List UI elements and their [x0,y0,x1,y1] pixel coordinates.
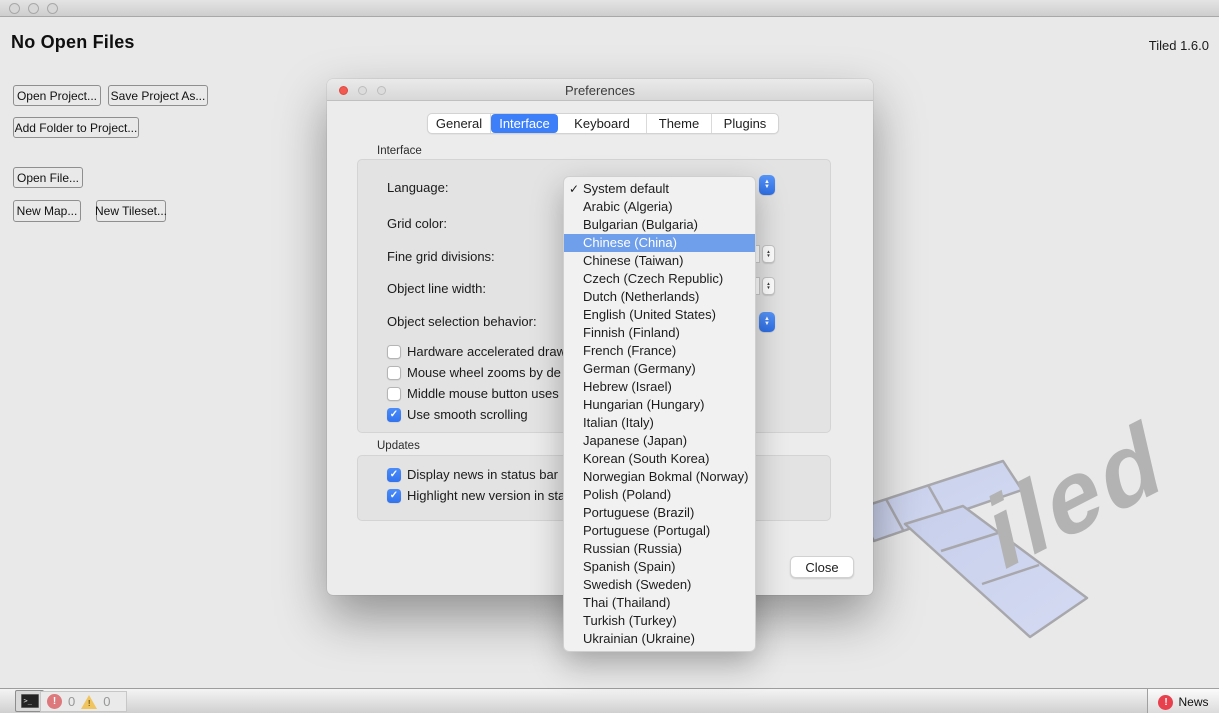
window-titlebar [0,0,1219,17]
dialog-title: Preferences [564,83,636,98]
language-option[interactable]: Portuguese (Brazil) [564,504,755,522]
language-option[interactable]: Norwegian Bokmal (Norway) [564,468,755,486]
stepper-down-icon: ▼ [766,285,771,290]
tab-interface[interactable]: Interface [491,114,558,133]
language-option[interactable]: Bulgarian (Bulgaria) [564,216,755,234]
checkbox-label: Highlight new version in sta [407,488,566,503]
object-line-width-label: Object line width: [387,281,486,296]
language-option[interactable]: French (France) [564,342,755,360]
warning-icon: ! [81,694,98,709]
language-dropdown-popup: ✓ System default Arabic (Algeria) Bulgar… [563,176,756,652]
warning-count: 0 [103,694,111,709]
app-window: No Open Files Tiled 1.6.0 Open Project..… [0,0,1219,713]
checkmark-icon: ✓ [569,182,580,196]
language-option[interactable]: Spanish (Spain) [564,558,755,576]
chevron-down-icon: ▼ [764,184,770,190]
tab-keyboard[interactable]: Keyboard [558,114,647,133]
language-option[interactable]: Polish (Poland) [564,486,755,504]
console-icon: >_ [20,694,39,708]
close-button[interactable]: Close [790,556,854,578]
language-option[interactable]: Portuguese (Portugal) [564,522,755,540]
language-option[interactable]: Finnish (Finland) [564,324,755,342]
checkbox-unchecked-icon[interactable] [387,344,401,359]
highlight-version-checkbox-row[interactable]: ✓ Highlight new version in sta [387,488,565,503]
language-option[interactable]: English (United States) [564,306,755,324]
language-label: Language: [387,180,449,195]
grid-color-label: Grid color: [387,216,447,231]
language-option[interactable]: ✓ System default [564,180,755,198]
logo-tile-stem [903,504,1089,639]
hardware-accelerated-checkbox-row[interactable]: Hardware accelerated draw [387,344,566,359]
checkbox-label: Use smooth scrolling [407,407,528,422]
app-version: Tiled 1.6.0 [1148,38,1209,53]
window-close-icon[interactable] [9,3,20,14]
save-project-as-button[interactable]: Save Project As... [108,85,208,106]
language-option[interactable]: Czech (Czech Republic) [564,270,755,288]
status-bar: >_ ! 0 ! 0 ! News [0,688,1219,713]
error-icon: ! [47,694,62,709]
middle-mouse-checkbox-row[interactable]: Middle mouse button uses [387,386,559,401]
news-button[interactable]: ! News [1147,688,1219,713]
mouse-wheel-zoom-checkbox-row[interactable]: Mouse wheel zooms by de [387,365,561,380]
language-option[interactable]: Turkish (Turkey) [564,612,755,630]
error-count: 0 [68,694,76,709]
checkbox-label: Display news in status bar [407,467,559,482]
open-file-button[interactable]: Open File... [13,167,83,188]
dialog-titlebar: Preferences [327,79,873,101]
language-option[interactable]: Italian (Italy) [564,414,755,432]
news-alert-icon: ! [1158,694,1174,710]
window-zoom-icon[interactable] [47,3,58,14]
language-option-highlighted[interactable]: Chinese (China) [564,234,755,252]
window-minimize-icon[interactable] [28,3,39,14]
language-option[interactable]: Russian (Russia) [564,540,755,558]
fine-grid-divisions-stepper[interactable]: ▲ ▼ [762,245,775,263]
language-option[interactable]: Chinese (Taiwan) [564,252,755,270]
new-map-button[interactable]: New Map... [13,200,81,222]
language-option[interactable]: Hebrew (Israel) [564,378,755,396]
object-selection-behavior-label: Object selection behavior: [387,314,537,329]
language-combo-button[interactable]: ▲ ▼ [759,175,775,195]
checkbox-checked-icon[interactable]: ✓ [387,488,401,503]
display-news-checkbox-row[interactable]: ✓ Display news in status bar [387,467,558,482]
language-option[interactable]: German (Germany) [564,360,755,378]
language-option[interactable]: Hungarian (Hungary) [564,396,755,414]
smooth-scrolling-checkbox-row[interactable]: ✓ Use smooth scrolling [387,407,528,422]
issues-counter[interactable]: ! 0 ! 0 [40,691,127,712]
news-label: News [1178,695,1209,709]
checkbox-label: Middle mouse button uses [407,386,559,401]
updates-group-label: Updates [377,440,420,452]
checkbox-label: Hardware accelerated draw [407,344,566,359]
interface-group-label: Interface [377,145,422,157]
language-option[interactable]: Thai (Thailand) [564,594,755,612]
object-line-width-stepper[interactable]: ▲ ▼ [762,277,775,295]
tab-theme[interactable]: Theme [647,114,712,133]
checkbox-checked-icon[interactable]: ✓ [387,467,401,482]
logo-text: iled [979,396,1173,594]
checkbox-unchecked-icon[interactable] [387,386,401,401]
logo-tile-bar [854,459,1024,543]
language-option[interactable]: Arabic (Algeria) [564,198,755,216]
language-option[interactable]: Korean (South Korea) [564,450,755,468]
tab-general[interactable]: General [428,114,491,133]
chevron-down-icon: ▼ [764,321,770,327]
tab-plugins[interactable]: Plugins [712,114,778,133]
new-tileset-button[interactable]: New Tileset... [95,200,167,222]
stepper-down-icon: ▼ [766,253,771,258]
language-option[interactable]: Ukrainian (Ukraine) [564,630,755,648]
language-option[interactable]: Japanese (Japan) [564,432,755,450]
fine-grid-divisions-label: Fine grid divisions: [387,249,495,264]
checkbox-label: Mouse wheel zooms by de [407,365,561,380]
add-folder-to-project-button[interactable]: Add Folder to Project... [13,117,139,138]
language-option[interactable]: Dutch (Netherlands) [564,288,755,306]
checkbox-unchecked-icon[interactable] [387,365,401,380]
checkbox-checked-icon[interactable]: ✓ [387,407,401,422]
preferences-tabbar: General Interface Keyboard Theme Plugins [427,113,779,134]
open-project-button[interactable]: Open Project... [13,85,101,106]
object-selection-combo-button[interactable]: ▲ ▼ [759,312,775,332]
page-title: No Open Files [11,32,135,52]
language-option[interactable]: Swedish (Sweden) [564,576,755,594]
